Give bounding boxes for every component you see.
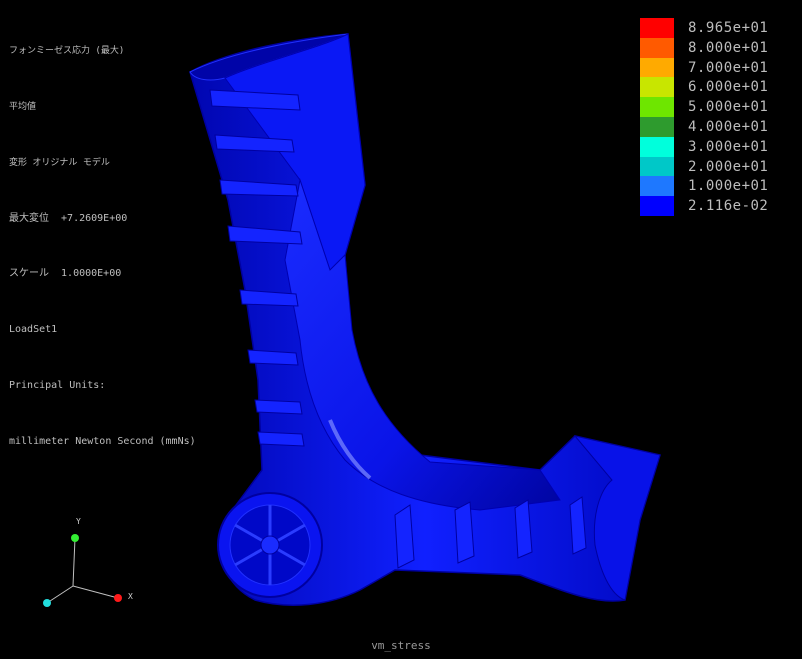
loadset-label: LoadSet1 bbox=[9, 324, 58, 336]
result-title: vm_stress bbox=[371, 639, 431, 652]
legend-swatch bbox=[640, 176, 674, 197]
legend-row: 5.000e+01 bbox=[640, 97, 800, 118]
legend-label: 8.965e+01 bbox=[688, 20, 769, 36]
legend-swatch bbox=[640, 136, 674, 157]
legend-row: 8.965e+01 bbox=[640, 18, 800, 38]
units-label: Principal Units: bbox=[9, 379, 106, 391]
legend-swatch bbox=[640, 77, 674, 98]
legend-label: 2.116e-02 bbox=[688, 198, 769, 215]
legend-row: 3.000e+01 bbox=[640, 136, 800, 157]
legend-swatch bbox=[640, 97, 674, 118]
x-axis-marker bbox=[114, 594, 122, 602]
max-displacement: 最大変位 +7.2609E+00 bbox=[9, 212, 128, 224]
bracket-model bbox=[189, 33, 661, 606]
legend-row: 1.000e+01 bbox=[640, 176, 800, 197]
average-label: 平均値 bbox=[9, 101, 37, 112]
hub-wheel bbox=[217, 492, 323, 598]
y-axis-label: Y bbox=[76, 517, 81, 526]
legend-row: 2.000e+01 bbox=[640, 156, 800, 177]
legend-row: 7.000e+01 bbox=[640, 57, 800, 78]
y-axis-marker bbox=[71, 534, 79, 542]
z-axis-marker bbox=[43, 599, 51, 607]
x-axis-label: X bbox=[128, 592, 133, 601]
legend-label: 2.000e+01 bbox=[688, 158, 769, 175]
legend-label: 1.000e+01 bbox=[688, 178, 769, 195]
legend-swatch bbox=[640, 156, 674, 177]
deformation-label: 変形 オリジナル モデル bbox=[9, 157, 110, 168]
legend-label: 4.000e+01 bbox=[688, 119, 769, 135]
legend-label: 8.000e+01 bbox=[688, 39, 769, 56]
legend-swatch bbox=[640, 117, 674, 137]
legend-swatch bbox=[640, 18, 674, 38]
legend-label: 6.000e+01 bbox=[688, 79, 769, 96]
coordinate-triad bbox=[43, 534, 122, 607]
legend-swatch bbox=[640, 57, 674, 78]
units-value: millimeter Newton Second (mmNs) bbox=[9, 435, 196, 447]
result-info-panel: フォンミーゼス応力 (最大) 平均値 変形 オリジナル モデル 最大変位 +7.… bbox=[9, 5, 196, 470]
legend-swatch bbox=[640, 37, 674, 58]
scale-value: スケール 1.0000E+00 bbox=[9, 268, 122, 280]
legend-label: 5.000e+01 bbox=[688, 99, 769, 116]
legend-row: 2.116e-02 bbox=[640, 196, 800, 217]
legend-label: 3.000e+01 bbox=[688, 138, 769, 155]
result-name: フォンミーゼス応力 (最大) bbox=[9, 46, 125, 57]
legend-swatch bbox=[640, 196, 674, 217]
legend-row: 6.000e+01 bbox=[640, 77, 800, 98]
legend-label: 7.000e+01 bbox=[688, 59, 769, 76]
legend-row: 4.000e+01 bbox=[640, 117, 800, 137]
legend-row: 8.000e+01 bbox=[640, 37, 800, 58]
